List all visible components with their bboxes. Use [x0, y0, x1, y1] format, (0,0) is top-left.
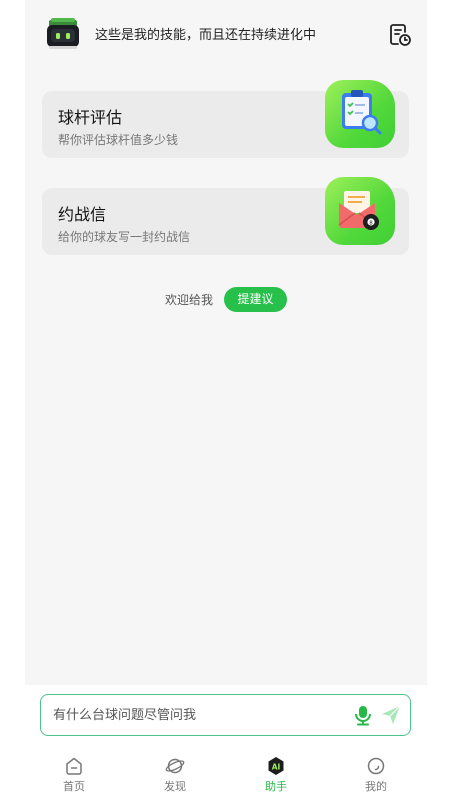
home-icon — [66, 757, 82, 775]
svg-text:8: 8 — [369, 220, 373, 226]
tab-label: 首页 — [63, 780, 85, 793]
tab-label: 助手 — [265, 780, 287, 793]
send-icon[interactable] — [380, 704, 402, 726]
skill-title: 约战信 — [58, 205, 107, 224]
history-list-icon[interactable] — [387, 22, 413, 48]
tab-assistant[interactable]: AI 助手 — [246, 756, 306, 798]
skill-card-challenge-letter[interactable]: 约战信 给你的球友写一封约战信 8 — [42, 177, 409, 255]
tab-label: 我的 — [365, 780, 387, 793]
tab-home[interactable]: 首页 — [44, 756, 104, 798]
tab-label: 发现 — [164, 780, 186, 793]
skill-subtitle: 帮你评估球杆值多少钱 — [58, 133, 179, 147]
suggest-button[interactable]: 提建议 — [224, 287, 287, 312]
feedback-row: 欢迎给我 提建议 — [0, 287, 450, 313]
envelope-billiard-ball-icon: 8 — [325, 177, 395, 245]
robot-avatar-icon — [47, 18, 79, 49]
ai-icon: AI — [268, 757, 284, 775]
intro-text: 这些是我的技能，而且还在持续进化中 — [95, 28, 317, 43]
skill-title: 球杆评估 — [58, 108, 123, 127]
assistant-page: 这些是我的技能，而且还在持续进化中 球杆评估 帮你评估球杆值多少钱 约战信 给你… — [0, 0, 450, 800]
bottom-tab-bar: 首页 发现 AI 助手 我的 — [0, 750, 450, 800]
tab-discover[interactable]: 发现 — [145, 756, 205, 798]
skill-card-cue-valuation[interactable]: 球杆评估 帮你评估球杆值多少钱 — [42, 80, 409, 158]
tab-mine[interactable]: 我的 — [346, 756, 406, 798]
skill-subtitle: 给你的球友写一封约战信 — [58, 230, 191, 244]
profile-icon — [367, 757, 385, 775]
header: 这些是我的技能，而且还在持续进化中 — [0, 0, 450, 70]
planet-icon — [165, 758, 185, 774]
feedback-label: 欢迎给我 — [165, 293, 214, 307]
clipboard-magnifier-icon — [325, 80, 395, 148]
chat-input-bar — [40, 694, 411, 736]
svg-text:AI: AI — [272, 762, 281, 771]
microphone-icon[interactable] — [352, 704, 374, 726]
chat-input[interactable] — [53, 703, 343, 727]
